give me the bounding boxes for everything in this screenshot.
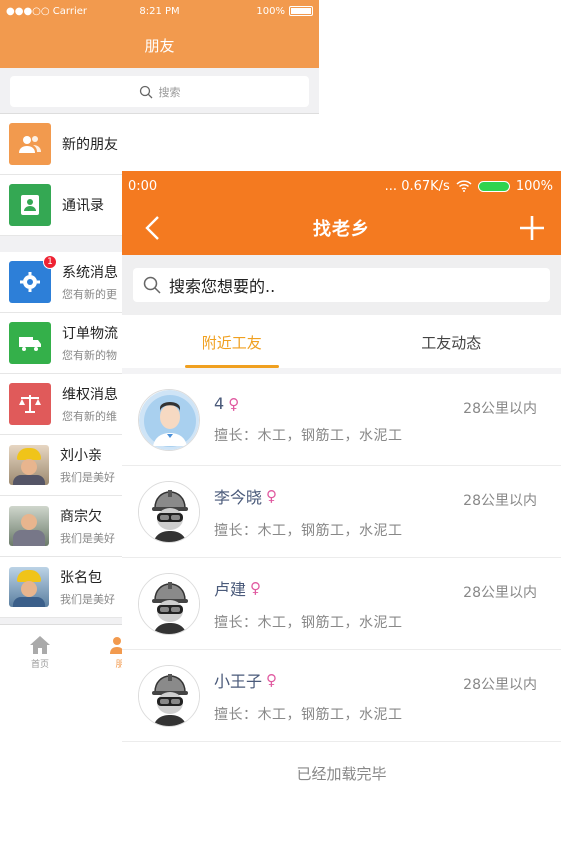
people-list: 4 ♀ 擅长：木工，钢筋工，水泥工 28公里以内 李今晓 ♀ 擅长：木工，钢筋工，水泥工 28…: [122, 374, 561, 742]
distance-label: 28公里以内: [463, 493, 537, 509]
back-status-bar: ●●●○○ Carrier 8:21 PM 100%: [0, 0, 319, 22]
worker-avatar-icon: [139, 665, 199, 726]
item-label: 新的朋友: [62, 137, 118, 153]
female-icon: ♀: [228, 394, 240, 413]
default-avatar-icon: [139, 389, 199, 450]
distance-label: 28公里以内: [463, 401, 537, 417]
message-text: 维权消息 您有新的维: [62, 384, 118, 424]
message-text: 张名包 我们是美好: [60, 567, 115, 607]
battery-icon: [477, 180, 510, 192]
worker-skills: 擅长：木工，钢筋工，水泥工: [214, 614, 403, 631]
status-time: 0:00: [128, 178, 158, 194]
worker-name: 小王子: [214, 671, 263, 691]
message-text: 订单物流 您有新的物: [62, 323, 118, 363]
message-preview: 我们是美好: [60, 471, 115, 484]
message-text: 刘小亲 我们是美好: [60, 445, 115, 485]
search-input[interactable]: 搜索您想要的..: [133, 268, 550, 302]
status-time: 8:21 PM: [139, 5, 180, 17]
message-preview: 您有新的维: [62, 410, 117, 423]
tab-nearby-workers[interactable]: 附近工友: [122, 317, 342, 368]
worker-avatar-icon: [139, 573, 199, 634]
worker-name: 卢建: [214, 579, 247, 599]
tab-label: 首页: [30, 660, 49, 670]
load-complete-text: 已经加载完毕: [296, 764, 387, 783]
wifi-icon: [456, 180, 472, 192]
tab-worker-feed[interactable]: 工友动态: [342, 317, 561, 368]
avatar: [9, 445, 49, 485]
worker-skills: 擅长：木工，钢筋工，水泥工: [214, 428, 403, 444]
message-preview: 您有新的物: [62, 349, 117, 362]
worker-name: 4: [214, 394, 225, 413]
truck-icon: [9, 322, 51, 364]
search-icon: [139, 85, 152, 98]
battery-percent: 100%: [515, 178, 553, 194]
worker-list-item[interactable]: 4 ♀ 擅长：木工，钢筋工，水泥工 28公里以内: [122, 374, 561, 466]
search-icon: [143, 276, 161, 294]
unread-badge: 1: [43, 255, 57, 269]
find-hometown-screen: 0:00 ... 0.67K/s 100% 找老乡 搜索您想要的.. 附近工友 …: [122, 171, 561, 860]
contacts-icon: [9, 184, 51, 226]
front-status-bar: 0:00 ... 0.67K/s 100%: [122, 171, 561, 201]
distance-label: 28公里以内: [463, 585, 537, 601]
tab-strip: 附近工友 工友动态: [122, 317, 561, 374]
back-search-placeholder: 搜索: [158, 85, 181, 99]
friends-icon: [9, 123, 51, 165]
screenshot-stage: ●●●○○ Carrier 8:21 PM 100% 朋友 搜索 新的朋友 通讯…: [0, 0, 561, 860]
back-search-area: 搜索: [0, 68, 319, 114]
battery-icon: [289, 6, 313, 16]
message-text: 系统消息 您有新的更: [62, 262, 118, 302]
home-icon: [30, 636, 50, 654]
female-icon: ♀: [266, 670, 278, 689]
distance-label: 28公里以内: [463, 677, 537, 693]
message-preview: 我们是美好: [60, 593, 115, 606]
avatar: [9, 567, 49, 607]
worker-skills: 擅长：木工，钢筋工，水泥工: [214, 522, 403, 539]
item-label: 通讯录: [62, 198, 104, 214]
avatar: [138, 572, 200, 635]
female-icon: ♀: [250, 578, 262, 597]
page-title: 找老乡: [313, 219, 370, 240]
tab-home[interactable]: 首页: [0, 625, 80, 680]
message-title: 系统消息: [62, 265, 118, 281]
front-nav-bar: 找老乡: [122, 201, 561, 255]
worker-skills: 擅长：木工，钢筋工，水泥工: [214, 706, 403, 723]
message-text: 商宗欠 我们是美好: [60, 506, 115, 546]
gear-icon: 1: [9, 255, 57, 303]
worker-list-item[interactable]: 卢建 ♀ 擅长：木工，钢筋工，水泥工 28公里以内: [122, 558, 561, 650]
contact-name: 张名包: [60, 570, 102, 586]
search-placeholder: 搜索您想要的..: [169, 277, 276, 296]
message-title: 维权消息: [62, 387, 118, 403]
message-preview: 我们是美好: [60, 532, 115, 545]
contact-name: 商宗欠: [60, 509, 102, 525]
contact-name: 刘小亲: [60, 448, 102, 464]
back-nav-bar: 朋友: [0, 22, 319, 68]
worker-name: 李今晓: [214, 487, 263, 507]
scale-icon: [9, 383, 51, 425]
add-icon[interactable]: [517, 213, 547, 243]
worker-list-item[interactable]: 李今晓 ♀ 擅长：木工，钢筋工，水泥工 28公里以内: [122, 466, 561, 558]
status-indicators: ... 0.67K/s 100%: [385, 179, 553, 194]
back-search-input[interactable]: 搜索: [10, 76, 309, 107]
message-preview: 您有新的更: [62, 288, 117, 301]
search-area: 搜索您想要的..: [122, 255, 561, 315]
avatar: [9, 506, 49, 546]
avatar: [138, 388, 200, 451]
female-icon: ♀: [266, 486, 278, 505]
worker-list-item[interactable]: 小王子 ♀ 擅长：木工，钢筋工，水泥工 28公里以内: [122, 650, 561, 742]
page-title: 朋友: [144, 36, 175, 55]
new-friends-item[interactable]: 新的朋友: [0, 114, 319, 175]
network-speed: ... 0.67K/s: [384, 178, 450, 194]
avatar: [138, 664, 200, 727]
avatar: [138, 480, 200, 543]
message-title: 订单物流: [62, 326, 118, 342]
worker-avatar-icon: [139, 481, 199, 542]
